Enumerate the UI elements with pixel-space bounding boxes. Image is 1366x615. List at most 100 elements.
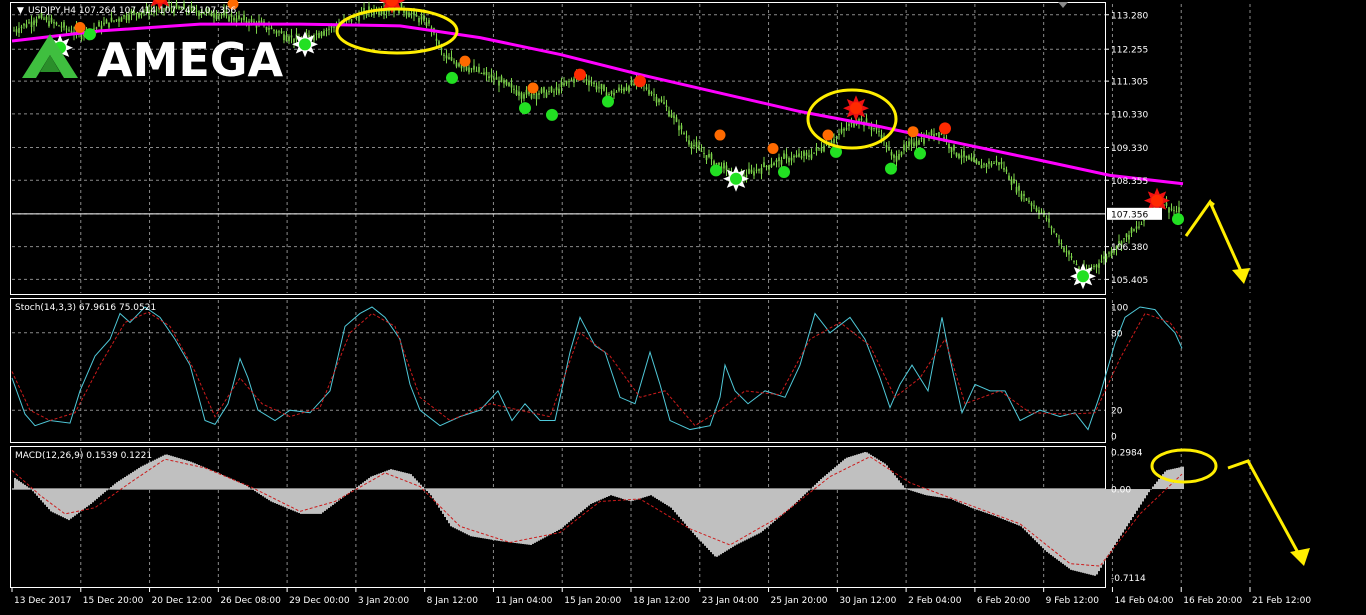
- macd-bar: [660, 489, 662, 502]
- candle-body: [805, 152, 808, 156]
- macd-bar: [1060, 489, 1062, 563]
- candle-body: [758, 169, 760, 171]
- macd-bar: [610, 489, 612, 496]
- candle-body: [233, 17, 235, 21]
- macd-bar: [412, 476, 414, 490]
- macd-bar: [390, 469, 392, 490]
- candle-body: [673, 115, 675, 119]
- macd-bar: [244, 484, 246, 490]
- candle-body: [475, 70, 478, 72]
- candle-body: [113, 20, 115, 22]
- macd-bar: [436, 489, 438, 505]
- macd-bar: [150, 461, 152, 490]
- macd-bar: [1082, 489, 1084, 573]
- macd-bar: [210, 469, 212, 490]
- price-y-tick-label: 110.330: [1111, 110, 1148, 120]
- macd-bar: [512, 489, 514, 543]
- macd-bar: [504, 489, 506, 542]
- macd-bar: [164, 454, 166, 490]
- macd-bar: [870, 454, 872, 490]
- macd-bar: [982, 489, 984, 512]
- stoch-signal-line: [11, 311, 1183, 427]
- macd-bar: [60, 489, 62, 517]
- macd-bar: [800, 489, 802, 499]
- macd-bar: [1044, 489, 1046, 551]
- price-y-tick-label: 105.405: [1111, 276, 1148, 286]
- macd-bar: [546, 489, 548, 537]
- candle-body: [253, 21, 255, 23]
- candle-body: [1175, 211, 1178, 213]
- candle-body: [320, 31, 323, 37]
- macd-bar: [274, 489, 276, 504]
- candle-body: [118, 18, 120, 22]
- macd-bar: [662, 489, 664, 503]
- macd-bar: [448, 489, 450, 524]
- macd-bar: [1064, 489, 1066, 566]
- macd-bar: [580, 489, 582, 513]
- macd-bar: [710, 489, 712, 553]
- macd-bar: [794, 489, 796, 504]
- trading-chart[interactable]: 113.280 112.255 111.305 110.330 109.330 108.3…: [0, 0, 1366, 611]
- macd-bar: [720, 489, 722, 555]
- candle-body: [703, 153, 705, 155]
- macd-bar: [202, 466, 204, 490]
- macd-bar: [576, 489, 578, 516]
- macd-bar: [400, 471, 402, 490]
- candle-body: [270, 27, 273, 29]
- candle-body: [990, 163, 993, 166]
- macd-bar: [116, 482, 118, 490]
- candle-body: [423, 15, 425, 21]
- candle-body: [445, 55, 448, 59]
- macd-bar: [562, 489, 564, 528]
- x-tick-label: 11 Jan 04:00: [495, 596, 552, 606]
- price-y-tick-label: 111.305: [1111, 78, 1148, 88]
- candle-body: [793, 155, 795, 158]
- macd-bar: [240, 483, 242, 490]
- macd-bar: [246, 485, 248, 490]
- candle-body: [878, 131, 880, 133]
- macd-bar: [772, 489, 774, 523]
- macd-bar: [1048, 489, 1050, 554]
- sell-warn-dot: [74, 22, 86, 34]
- candle-body: [1060, 243, 1063, 245]
- macd-bar: [718, 489, 720, 556]
- dropdown-icon[interactable]: ▼: [17, 6, 24, 16]
- macd-bar: [1050, 489, 1052, 555]
- macd-bar: [276, 489, 278, 504]
- macd-bar: [1074, 489, 1076, 571]
- candle-body: [458, 63, 460, 67]
- macd-bar: [312, 489, 314, 514]
- macd-bar: [830, 470, 832, 490]
- candle-body: [1140, 224, 1143, 226]
- candle-body: [50, 17, 53, 23]
- macd-bar: [456, 489, 458, 530]
- macd-bar: [996, 489, 998, 517]
- candle-body: [573, 78, 575, 83]
- candle-body: [333, 26, 335, 28]
- macd-bar: [848, 457, 850, 490]
- macd-bar: [838, 463, 840, 490]
- candle-body: [323, 30, 325, 36]
- macd-bar: [1004, 489, 1006, 520]
- candle-body: [913, 142, 915, 147]
- candle-body: [28, 22, 30, 24]
- candle-body: [745, 174, 748, 178]
- macd-bar: [370, 476, 372, 490]
- macd-bar: [434, 489, 436, 502]
- macd-bar: [1006, 489, 1008, 521]
- candle-body: [910, 139, 913, 145]
- macd-bar: [224, 475, 226, 490]
- buy-dot: [1077, 270, 1089, 283]
- candle-body: [648, 89, 650, 95]
- chart-svg[interactable]: 113.280 112.255 111.305 110.330 109.330 108.3…: [0, 0, 1366, 611]
- macd-bar: [522, 489, 524, 544]
- macd-bar: [616, 489, 618, 498]
- macd-bar: [192, 462, 194, 490]
- macd-bar: [1018, 489, 1020, 526]
- candle-body: [808, 155, 810, 157]
- candle-body: [953, 145, 955, 151]
- macd-bar: [690, 489, 692, 531]
- macd-bar: [184, 459, 186, 490]
- macd-bar: [502, 489, 504, 542]
- candle-body: [443, 54, 445, 56]
